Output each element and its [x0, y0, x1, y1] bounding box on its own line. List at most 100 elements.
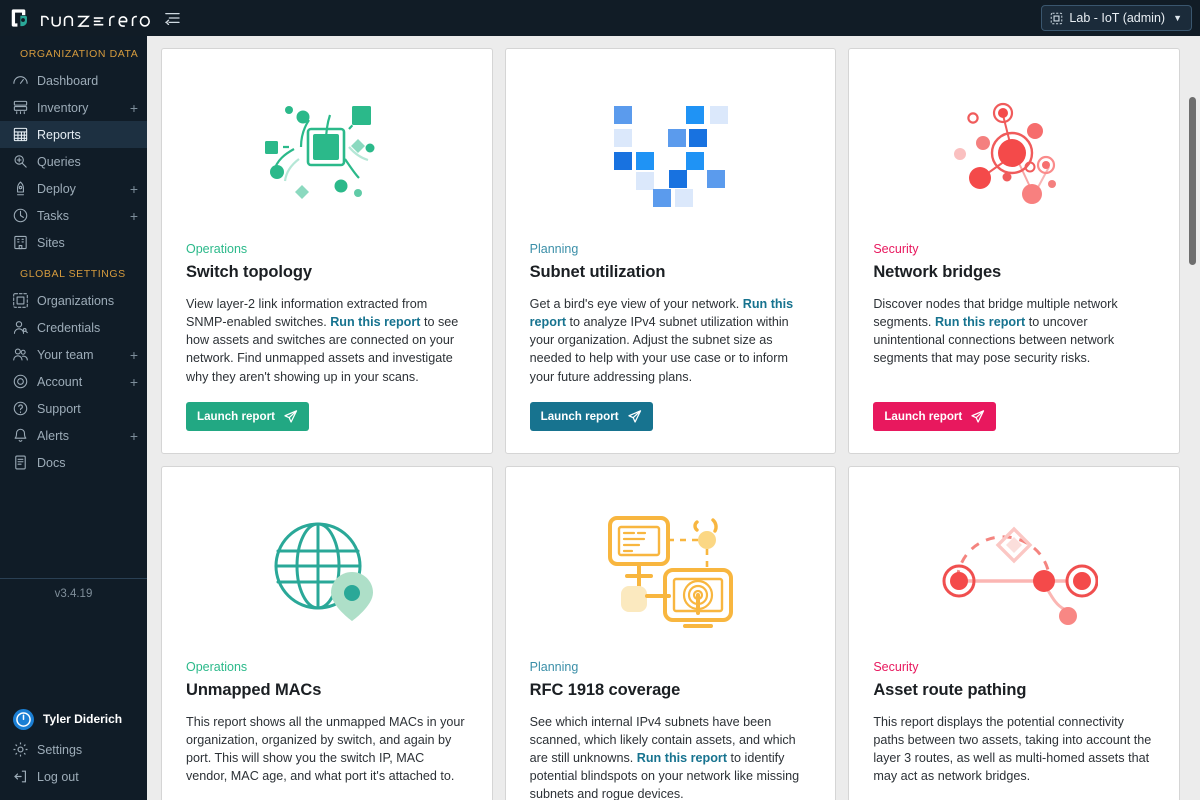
top-bar: Lab - IoT (admin) ▼: [0, 0, 1200, 36]
sidebar-item-label: Dashboard: [37, 73, 99, 88]
runzero-logo-icon: [11, 9, 27, 27]
report-card: Security Asset route pathing This report d…: [848, 465, 1180, 800]
card-title: Subnet utilization: [529, 263, 666, 281]
user-profile[interactable]: Tyler Diderich: [0, 702, 147, 736]
organization-icon: [1051, 12, 1063, 24]
organization-label: Lab - IoT (admin): [1069, 11, 1166, 25]
sidebar-item-sites[interactable]: Sites: [0, 229, 147, 256]
run-this-report-link[interactable]: Run this report: [935, 315, 1025, 329]
app-root: Lab - IoT (admin) ▼ ORGANIZATION DATA Das…: [0, 0, 1200, 800]
run-this-report-link[interactable]: Run this report: [637, 751, 727, 765]
card-illustration: [186, 485, 468, 660]
account-icon: [13, 374, 28, 389]
expand-plus-icon[interactable]: +: [130, 348, 138, 362]
reports-card-grid: Operations Switch topology View layer-2 li…: [161, 48, 1186, 800]
alerts-bell-icon: [14, 428, 27, 442]
sidebar: ORGANIZATION DATA Dashboard Inventory + Repo…: [0, 36, 147, 800]
user-avatar-icon: [13, 708, 34, 730]
hamburger-collapse-icon[interactable]: [163, 11, 181, 25]
sidebar-item-dashboard[interactable]: Dashboard: [0, 67, 147, 94]
sidebar-item-settings[interactable]: Settings: [0, 736, 147, 763]
sidebar-item-label: Organizations: [37, 293, 115, 308]
chevron-down-icon: ▼: [1173, 13, 1182, 23]
user-name: Tyler Diderich: [43, 712, 123, 726]
report-card: Security Network bridges Discover nodes th…: [848, 48, 1180, 454]
sidebar-item-label: Support: [37, 401, 81, 416]
sidebar-item-label: Alerts: [37, 428, 69, 443]
tasks-icon: [13, 208, 28, 223]
launch-report-button[interactable]: Launch report: [529, 401, 653, 431]
description-text: This report shows all the unmapped MACs …: [186, 714, 465, 783]
sidebar-item-docs[interactable]: Docs: [0, 449, 147, 476]
sidebar-item-label: Account: [37, 374, 83, 389]
sidebar-item-label: Tasks: [37, 208, 69, 223]
logout-icon: [14, 770, 27, 783]
network-bridges-art: [954, 102, 1057, 204]
expand-plus-icon[interactable]: +: [130, 209, 138, 223]
reports-icon: [13, 127, 28, 142]
card-title: Network bridges: [873, 263, 1002, 281]
sites-icon: [14, 235, 27, 250]
description-text: This report displays the potential conne…: [873, 714, 1152, 783]
sidebar-item-deploy[interactable]: Deploy +: [0, 175, 147, 202]
brand-logo[interactable]: [0, 7, 151, 29]
sidebar-item-queries[interactable]: Queries: [0, 148, 147, 175]
launch-report-label: Launch report: [197, 409, 275, 423]
report-card: Planning RFC 1918 coverage See which inter…: [504, 465, 837, 800]
card-description: See which internal IPv4 subnets have bee…: [530, 713, 812, 800]
run-this-report-link[interactable]: Run this report: [330, 315, 420, 329]
launch-report-label: Launch report: [884, 409, 963, 423]
paper-plane-icon: [284, 409, 298, 423]
scrollbar-thumb[interactable]: [1189, 97, 1196, 266]
paper-plane-icon: [627, 409, 641, 423]
launch-report-button[interactable]: Launch report: [186, 401, 309, 431]
settings-label: Settings: [37, 742, 83, 757]
logout-label: Log out: [37, 769, 79, 784]
sidebar-item-tasks[interactable]: Tasks +: [0, 202, 147, 229]
switch-topology-art: [264, 106, 375, 199]
scrollbar-track[interactable]: [1189, 36, 1198, 800]
card-illustration: [186, 67, 468, 242]
sidebar-item-alerts[interactable]: Alerts +: [0, 422, 147, 449]
card-title: RFC 1918 coverage: [529, 680, 681, 699]
sidebar-item-your-team[interactable]: Your team +: [0, 341, 147, 368]
card-category: Operations: [186, 242, 248, 256]
expand-plus-icon[interactable]: +: [130, 101, 138, 115]
expand-plus-icon[interactable]: +: [130, 182, 138, 196]
expand-plus-icon[interactable]: +: [130, 429, 138, 443]
card-illustration: [530, 67, 812, 242]
sidebar-item-label: Queries: [37, 154, 81, 169]
card-description: Discover nodes that bridge multiple netw…: [873, 295, 1155, 386]
card-description: View layer-2 link information extracted …: [186, 295, 468, 386]
sidebar-item-label: Deploy: [37, 181, 76, 196]
sidebar-item-logout[interactable]: Log out: [0, 763, 147, 790]
launch-report-button[interactable]: Launch report: [873, 401, 997, 431]
card-category: Security: [873, 659, 919, 674]
sidebar-item-label: Sites: [37, 235, 65, 250]
sidebar-item-credentials[interactable]: Credentials: [0, 314, 147, 341]
card-illustration: [873, 485, 1155, 660]
sidebar-item-reports[interactable]: Reports: [0, 121, 147, 148]
rfc-1918-art: [607, 516, 733, 629]
card-title: Asset route pathing: [873, 680, 1027, 699]
card-title: Switch topology: [186, 263, 312, 281]
nav-section-title: GLOBAL SETTINGS: [20, 268, 126, 280]
sidebar-item-support[interactable]: Support: [0, 395, 147, 422]
team-icon: [13, 348, 28, 361]
organization-selector[interactable]: Lab - IoT (admin) ▼: [1041, 5, 1192, 31]
sidebar-item-account[interactable]: Account +: [0, 368, 147, 395]
subnet-utilization-art: [613, 106, 728, 207]
body-split: ORGANIZATION DATA Dashboard Inventory + Repo…: [0, 36, 1200, 800]
card-title: Unmapped MACs: [186, 680, 322, 699]
nav-section-title: ORGANIZATION DATA: [20, 48, 139, 60]
dashboard-icon: [13, 76, 28, 84]
expand-plus-icon[interactable]: +: [130, 375, 138, 389]
card-description: This report displays the potential conne…: [873, 713, 1155, 800]
organizations-icon: [13, 293, 28, 308]
sidebar-item-label: Credentials: [37, 320, 101, 335]
sidebar-item-inventory[interactable]: Inventory +: [0, 94, 147, 121]
description-text: Get a bird's eye view of your network.: [529, 297, 743, 311]
sidebar-item-organizations[interactable]: Organizations: [0, 287, 147, 314]
deploy-icon: [17, 181, 24, 196]
